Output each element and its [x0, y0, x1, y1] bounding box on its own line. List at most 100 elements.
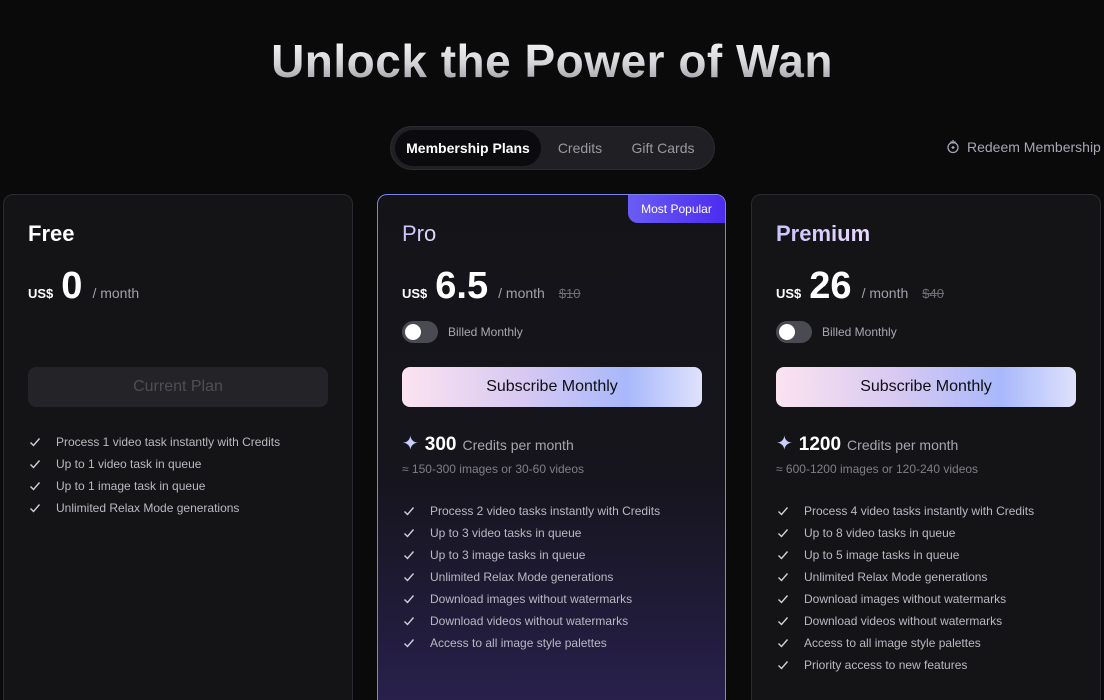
tab-credits[interactable]: Credits [541, 130, 619, 166]
check-icon [404, 529, 415, 538]
feature-text: Process 2 video tasks instantly with Cre… [430, 504, 661, 518]
sparkle-icon: ✦ [402, 433, 419, 455]
check-icon [404, 595, 415, 604]
gift-icon [945, 138, 961, 157]
plan-name: Premium [776, 221, 871, 246]
feature-text: Download videos without watermarks [430, 614, 629, 628]
sparkle-icon: ✦ [776, 433, 793, 455]
price-period: / month [498, 285, 545, 301]
pricing-page: Unlock the Power of Wan Membership Plans… [0, 0, 1104, 700]
plan-tabs: Membership Plans Credits Gift Cards [390, 126, 715, 170]
check-icon [778, 573, 789, 582]
price-currency: US$ [28, 286, 54, 301]
price-amount: 0 [61, 265, 83, 307]
feature-text: Download images without watermarks [430, 592, 633, 606]
price-currency: US$ [776, 286, 802, 301]
subscribe-monthly-button[interactable]: Subscribe Monthly [402, 367, 702, 407]
credits-estimate: ≈ 150-300 images or 30-60 videos [402, 462, 585, 476]
plan-name: Pro [402, 221, 437, 246]
feature-text: Unlimited Relax Mode generations [430, 570, 614, 584]
check-icon [30, 460, 41, 469]
feature-text: Up to 1 image task in queue [56, 479, 206, 493]
credits-estimate: ≈ 600-1200 images or 120-240 videos [776, 462, 979, 476]
feature-item: Unlimited Relax Mode generations [776, 566, 1034, 588]
feature-item: Unlimited Relax Mode generations [402, 566, 660, 588]
feature-text: Unlimited Relax Mode generations [56, 501, 240, 515]
tab-gift-cards[interactable]: Gift Cards [619, 130, 707, 166]
current-plan-button: Current Plan [28, 367, 328, 407]
billing-toggle-label: Billed Monthly [448, 325, 523, 339]
plan-card-free: Free US$ 0 / month Current Plan Process … [3, 194, 353, 700]
toggle-knob [779, 324, 795, 340]
feature-text: Access to all image style palettes [430, 636, 607, 650]
billing-toggle-row: Billed Monthly [402, 321, 523, 343]
feature-item: Unlimited Relax Mode generations [28, 497, 280, 519]
feature-item: Up to 1 video task in queue [28, 453, 280, 475]
credits-amount: 300 [424, 434, 457, 455]
check-icon [778, 529, 789, 538]
feature-text: Up to 3 video tasks in queue [430, 526, 582, 540]
redeem-label: Redeem Membership [967, 139, 1101, 155]
credits-unit: Credits per month [847, 437, 959, 453]
feature-text: Process 1 video task instantly with Cred… [56, 435, 281, 449]
price-period: / month [92, 285, 140, 301]
feature-text: Up to 8 video tasks in queue [804, 526, 956, 540]
billing-toggle[interactable] [776, 321, 812, 343]
credits-amount: 1200 [798, 434, 842, 455]
feature-item: Access to all image style palettes [402, 632, 660, 654]
feature-item: Download images without watermarks [776, 588, 1034, 610]
price-period: / month [861, 285, 909, 301]
check-icon [30, 438, 41, 447]
feature-item: Priority access to new features [776, 654, 1034, 676]
check-icon [404, 639, 415, 648]
feature-text: Up to 5 image tasks in queue [804, 548, 960, 562]
subscribe-monthly-button[interactable]: Subscribe Monthly [776, 367, 1076, 407]
original-price: $10 [558, 286, 581, 301]
feature-item: Up to 3 image tasks in queue [402, 544, 660, 566]
feature-text: Download images without watermarks [804, 592, 1007, 606]
check-icon [778, 507, 789, 516]
check-icon [778, 617, 789, 626]
check-icon [404, 617, 415, 626]
feature-text: Access to all image style palettes [804, 636, 981, 650]
price-currency: US$ [402, 286, 428, 301]
feature-item: Up to 8 video tasks in queue [776, 522, 1034, 544]
feature-text: Download videos without watermarks [804, 614, 1003, 628]
billing-toggle-row: Billed Monthly [776, 321, 897, 343]
billing-toggle[interactable] [402, 321, 438, 343]
feature-list: Process 4 video tasks instantly with Cre… [776, 500, 1034, 676]
check-icon [30, 482, 41, 491]
check-icon [778, 551, 789, 560]
feature-text: Up to 1 video task in queue [56, 457, 202, 471]
feature-text: Up to 3 image tasks in queue [430, 548, 586, 562]
redeem-membership-link[interactable]: Redeem Membership [945, 137, 1101, 157]
price-row: US$ 0 / month [28, 265, 139, 315]
toggle-knob [405, 324, 421, 340]
billing-toggle-label: Billed Monthly [822, 325, 897, 339]
credits-row: ✦ 1200 Credits per month [776, 431, 958, 456]
feature-item: Up to 5 image tasks in queue [776, 544, 1034, 566]
feature-text: Unlimited Relax Mode generations [804, 570, 988, 584]
plan-card-premium: Premium US$ 26 / month $40 Billed Monthl… [751, 194, 1101, 700]
feature-text: Process 4 video tasks instantly with Cre… [804, 504, 1035, 518]
check-icon [30, 504, 41, 513]
price-row: US$ 6.5 / month $10 [402, 265, 581, 315]
price-row: US$ 26 / month $40 [776, 265, 944, 315]
feature-text: Priority access to new features [804, 658, 968, 672]
check-icon [404, 507, 415, 516]
page-title: Unlock the Power of Wan [0, 34, 1104, 88]
price-amount: 26 [809, 265, 852, 307]
feature-item: Access to all image style palettes [776, 632, 1034, 654]
feature-item: Process 2 video tasks instantly with Cre… [402, 500, 660, 522]
plan-name: Free [28, 221, 75, 246]
feature-item: Up to 3 video tasks in queue [402, 522, 660, 544]
credits-row: ✦ 300 Credits per month [402, 431, 574, 456]
check-icon [404, 551, 415, 560]
most-popular-badge: Most Popular [628, 195, 725, 223]
check-icon [404, 573, 415, 582]
feature-item: Process 1 video task instantly with Cred… [28, 431, 280, 453]
feature-item: Download videos without watermarks [776, 610, 1034, 632]
check-icon [778, 639, 789, 648]
feature-list: Process 1 video task instantly with Cred… [28, 431, 280, 519]
tab-membership-plans[interactable]: Membership Plans [395, 130, 541, 166]
